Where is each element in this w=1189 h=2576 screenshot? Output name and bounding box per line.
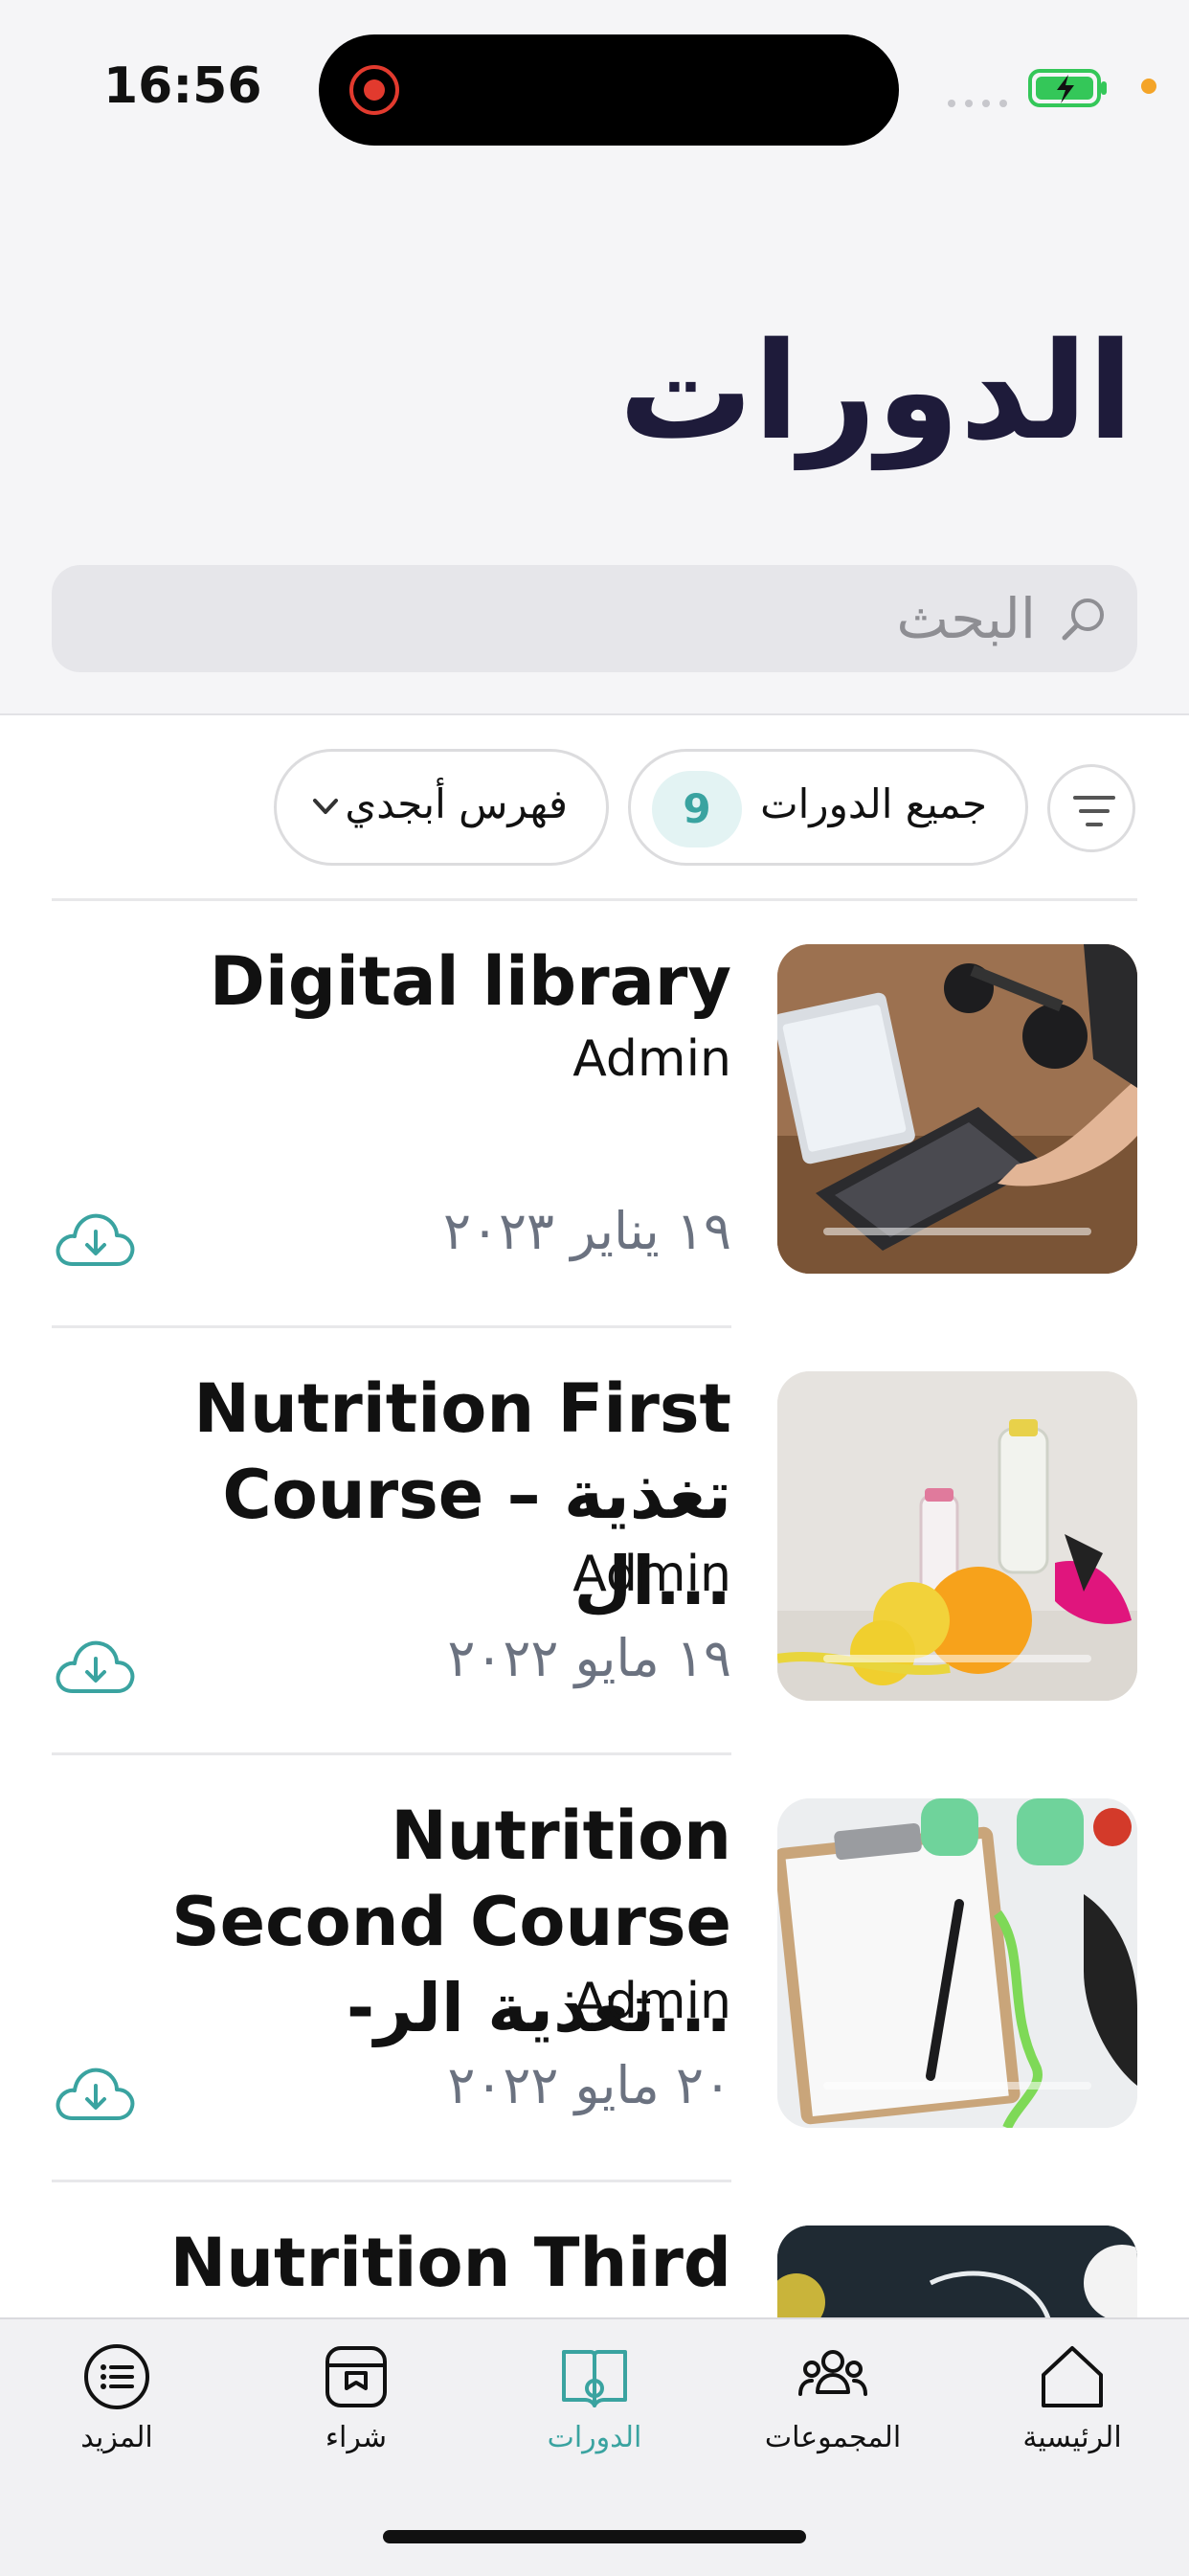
courses-count-badge: 9 (652, 771, 742, 847)
cloud-download-icon[interactable] (52, 1636, 138, 1699)
list-icon (84, 2344, 149, 2409)
course-date: ١٩ يناير ٢٠٢٣ (443, 1201, 731, 1261)
tab-label: المجموعات (764, 2421, 902, 2454)
course-thumbnail (777, 2226, 1137, 2317)
search-icon (1062, 599, 1104, 641)
tab-home[interactable]: الرئيسية (967, 2339, 1178, 2492)
chalkboard-image (777, 2226, 1137, 2317)
page-title: الدورات (618, 314, 1133, 470)
filter-button[interactable] (1047, 764, 1135, 852)
course-author: Admin (572, 1973, 731, 2030)
all-courses-label: جميع الدورات (760, 780, 987, 827)
store-icon (325, 2346, 387, 2407)
progress-bar (823, 1228, 1091, 1235)
home-indicator (383, 2530, 806, 2543)
search-placeholder: البحث (896, 586, 1036, 651)
people-icon (798, 2350, 867, 2396)
recording-icon (349, 65, 399, 115)
tab-buy[interactable]: شراء (251, 2339, 461, 2492)
battery-charging-icon (1028, 69, 1107, 107)
course-item[interactable]: Nutrition Second Course -تغذية الر... Ad… (0, 1752, 1189, 2182)
course-date: ١٩ مايو ٢٠٢٢ (447, 1628, 731, 1688)
clipboard-image (777, 1798, 1137, 2128)
cloud-download-icon[interactable] (52, 1209, 138, 1272)
dynamic-island (319, 34, 899, 146)
status-time: 16:56 (103, 57, 262, 115)
book-icon (562, 2350, 627, 2407)
tab-label: الدورات (547, 2421, 642, 2454)
signal-icon (948, 100, 1007, 107)
tab-courses[interactable]: الدورات (489, 2339, 700, 2492)
course-date: ٢٠ مايو ٢٠٢٢ (447, 2055, 731, 2115)
chevron-down-icon (313, 799, 338, 814)
tab-label: شراء (325, 2421, 388, 2454)
tab-label: الرئيسية (1022, 2421, 1122, 2454)
course-item[interactable]: Nutrition First Course – تغذية ال... Adm… (0, 1325, 1189, 1755)
course-author: Admin (572, 1546, 731, 1603)
sort-dropdown[interactable]: فهرس أبجدي (274, 749, 609, 866)
course-thumbnail (777, 1798, 1137, 2128)
cloud-download-icon[interactable] (52, 2063, 138, 2126)
house-icon (1042, 2346, 1103, 2407)
search-input[interactable]: البحث (52, 565, 1137, 672)
privacy-indicator (1141, 79, 1156, 94)
course-item[interactable]: Nutrition Third (0, 2180, 1189, 2317)
filter-icon (1073, 796, 1115, 826)
tab-label: المزيد (80, 2421, 153, 2454)
course-author: Admin (572, 1030, 731, 1088)
tab-groups[interactable]: المجموعات (728, 2339, 938, 2492)
nutrition-fruit-image (777, 1371, 1137, 1701)
course-item[interactable]: Digital library Admin ١٩ يناير ٢٠٢٣ (0, 898, 1189, 1328)
course-thumbnail (777, 944, 1137, 1274)
course-title: Digital library (209, 942, 731, 1021)
progress-bar (823, 2082, 1091, 2090)
course-title: Nutrition Third (169, 2224, 731, 2302)
all-courses-chip[interactable]: جميع الدورات 9 (628, 749, 1028, 866)
status-bar: 16:56 (0, 0, 1189, 146)
tab-more[interactable]: المزيد (11, 2339, 222, 2492)
course-thumbnail (777, 1371, 1137, 1701)
progress-bar (823, 1655, 1091, 1662)
header-divider (0, 713, 1189, 715)
laptop-workout-image (777, 944, 1137, 1274)
sort-label: فهرس أبجدي (345, 780, 568, 827)
